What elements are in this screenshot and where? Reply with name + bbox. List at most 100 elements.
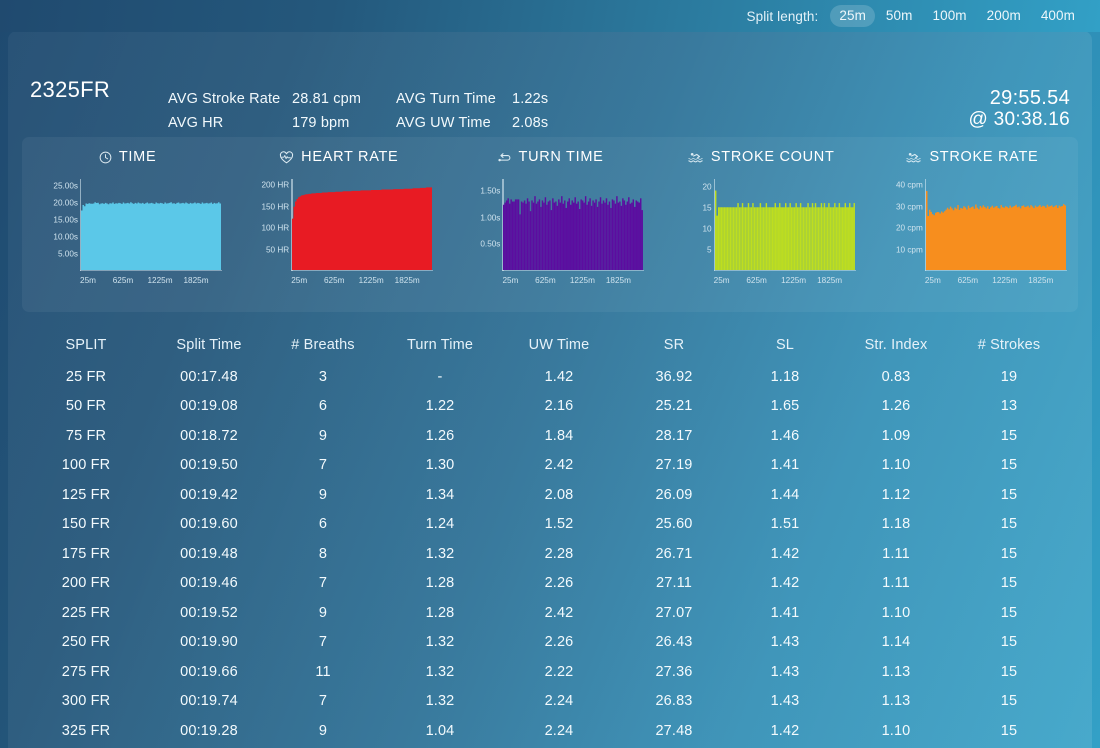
table-cell: 1.24 xyxy=(425,516,455,533)
x-tick-label: 625m xyxy=(112,276,134,285)
plot-area xyxy=(924,179,1067,271)
column-header[interactable]: SR xyxy=(616,337,732,353)
table-cell: 1.42 xyxy=(770,575,800,592)
table-cell: 00:19.66 xyxy=(180,663,238,680)
table-cell: 00:19.90 xyxy=(180,634,238,651)
y-tick-label: 150 HR xyxy=(261,202,290,212)
table-row[interactable]: 150 FR 00:19.60 6 1.24 1.52 25.60 1.51 1.18 15 xyxy=(22,510,1078,540)
table-row[interactable]: 25 FR 00:17.48 3 - 1.42 36.92 1.18 0.83 19 xyxy=(22,362,1078,392)
table-row[interactable]: 225 FR 00:19.52 9 1.28 2.42 27.07 1.41 1.10 15 xyxy=(22,598,1078,628)
table-cell: 15 xyxy=(1000,693,1018,710)
table-cell: 15 xyxy=(1000,545,1018,562)
table-cell: 1.10 xyxy=(881,722,911,739)
table-row[interactable]: 250 FR 00:19.90 7 1.32 2.26 26.43 1.43 1.14 15 xyxy=(22,628,1078,658)
table-cell: 1.44 xyxy=(770,486,800,503)
y-tick-label: 5.00s xyxy=(57,249,78,259)
table-cell: 7 xyxy=(318,634,328,651)
table-cell: 1.32 xyxy=(425,663,455,680)
table-row[interactable]: 325 FR 00:19.28 9 1.04 2.24 27.48 1.42 1.10 15 xyxy=(22,716,1078,746)
plot-area xyxy=(80,179,222,271)
y-tick-label: 10.00s xyxy=(53,232,78,242)
table-row[interactable]: 275 FR 00:19.66 11 1.32 2.22 27.36 1.43 1.13 15 xyxy=(22,657,1078,687)
split-length-label: Split length: xyxy=(746,8,819,24)
table-row[interactable]: 175 FR 00:19.48 8 1.32 2.28 26.71 1.42 1.11 15 xyxy=(22,539,1078,569)
table-row[interactable]: 50 FR 00:19.08 6 1.22 2.16 25.21 1.65 1.26 13 xyxy=(22,392,1078,422)
x-tick-label: 25m xyxy=(502,276,519,285)
y-tick-label: 50 HR xyxy=(265,245,290,255)
split-option-200m[interactable]: 200m xyxy=(978,5,1030,27)
stat-value: 1.22s xyxy=(512,91,549,107)
table-cell: 2.42 xyxy=(544,604,574,621)
turn-icon xyxy=(497,151,512,164)
table-cell: 1.32 xyxy=(425,634,455,651)
chart-title-label: STROKE RATE xyxy=(929,149,1039,165)
table-cell: 15 xyxy=(1000,722,1018,739)
column-header[interactable]: # Strokes xyxy=(954,337,1064,353)
x-tick-label: 1225m xyxy=(147,276,173,285)
table-cell: 27.48 xyxy=(655,722,693,739)
split-option-100m[interactable]: 100m xyxy=(923,5,975,27)
swimmer-icon xyxy=(688,151,704,164)
column-header[interactable]: Turn Time xyxy=(378,337,502,353)
column-header[interactable]: Str. Index xyxy=(838,337,954,353)
split-option-400m[interactable]: 400m xyxy=(1032,5,1084,27)
split-option-25m[interactable]: 25m xyxy=(830,5,875,27)
stat-value: 2.08s xyxy=(512,115,549,131)
y-tick-label: 20 xyxy=(702,182,712,192)
x-tick-label: 1225m xyxy=(358,276,384,285)
split-option-50m[interactable]: 50m xyxy=(877,5,922,27)
y-axis-labels: 5 10 15 20 xyxy=(660,179,712,271)
split-label-cell: 25 FR xyxy=(65,368,107,385)
y-tick-label: 0.50s xyxy=(480,239,501,249)
stat-key: AVG Turn Time xyxy=(396,91,496,107)
split-label-cell: 325 FR xyxy=(61,722,111,739)
table-cell: 1.13 xyxy=(881,663,911,680)
table-cell: 28.17 xyxy=(655,427,693,444)
table-cell: 1.41 xyxy=(770,604,800,621)
split-label-cell: 125 FR xyxy=(61,486,111,503)
y-axis-labels: 10 cpm 20 cpm 30 cpm 40 cpm xyxy=(871,179,923,271)
table-row[interactable]: 75 FR 00:18.72 9 1.26 1.84 28.17 1.46 1.09 15 xyxy=(22,421,1078,451)
table-cell: 11 xyxy=(315,663,331,680)
table-cell: 2.28 xyxy=(544,545,574,562)
chart-stroke-count: STROKE COUNT 5 10 15 20 25m 625m 1225m 1825m xyxy=(656,137,867,312)
split-label-cell: 175 FR xyxy=(61,545,111,562)
chart-heart-rate: HEART RATE 50 HR 100 HR 150 HR 200 HR 25m 625m… xyxy=(233,137,444,312)
total-time-value: 29:55.54 xyxy=(989,87,1070,109)
column-header[interactable]: UW Time xyxy=(502,337,616,353)
split-label-cell: 275 FR xyxy=(61,663,111,680)
table-row[interactable]: 125 FR 00:19.42 9 1.34 2.08 26.09 1.44 1.12 15 xyxy=(22,480,1078,510)
table-cell: 15 xyxy=(1000,486,1018,503)
column-header[interactable]: SL xyxy=(732,337,838,353)
table-cell: 2.42 xyxy=(544,457,574,474)
page-title: 2325FR xyxy=(30,77,111,102)
table-cell: 1.42 xyxy=(544,368,574,385)
table-row[interactable]: 300 FR 00:19.74 7 1.32 2.24 26.83 1.43 1.13 15 xyxy=(22,687,1078,717)
column-header[interactable]: # Breaths xyxy=(268,337,378,353)
table-cell: 1.84 xyxy=(544,427,574,444)
table-cell: 1.43 xyxy=(770,693,800,710)
y-tick-label: 30 cpm xyxy=(895,202,923,212)
column-header[interactable]: SPLIT xyxy=(22,337,150,353)
column-header[interactable]: Split Time xyxy=(150,337,268,353)
y-axis-labels: 50 HR 100 HR 150 HR 200 HR xyxy=(237,179,289,271)
table-cell: 1.26 xyxy=(881,398,911,415)
y-tick-label: 100 HR xyxy=(261,223,290,233)
splits-table: SPLIT Split Time # Breaths Turn Time UW Time… xyxy=(22,327,1078,746)
table-cell: 1.42 xyxy=(770,545,800,562)
table-cell: 1.32 xyxy=(425,693,455,710)
table-row[interactable]: 100 FR 00:19.50 7 1.30 2.42 27.19 1.41 1.10 15 xyxy=(22,451,1078,481)
table-cell: 36.92 xyxy=(655,368,693,385)
split-label-cell: 75 FR xyxy=(65,427,107,444)
table-row[interactable]: 200 FR 00:19.46 7 1.28 2.26 27.11 1.42 1.11 15 xyxy=(22,569,1078,599)
y-tick-label: 40 cpm xyxy=(895,180,923,190)
table-cell: 15 xyxy=(1000,575,1018,592)
table-cell: 00:19.46 xyxy=(180,575,238,592)
table-cell: 0.83 xyxy=(881,368,911,385)
table-cell: 2.24 xyxy=(544,722,574,739)
table-cell: 6 xyxy=(318,516,328,533)
y-tick-label: 10 xyxy=(702,224,712,234)
chart-turn-time: TURN TIME 0.50s 1.00s 1.50s 25m 625m 1225m 1825… xyxy=(444,137,655,312)
table-cell: 26.43 xyxy=(655,634,693,651)
table-cell: 1.12 xyxy=(881,486,911,503)
